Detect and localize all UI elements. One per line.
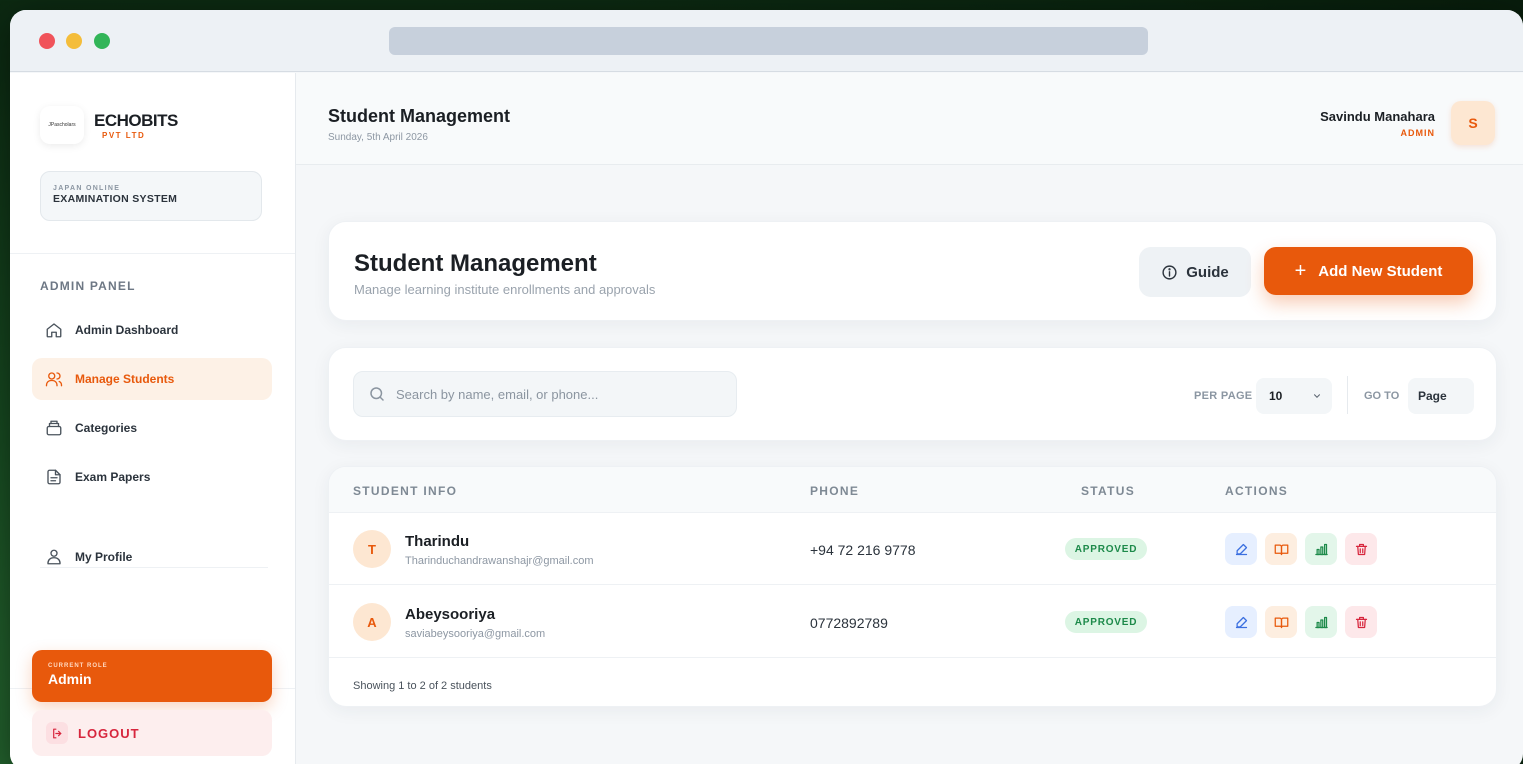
sidebar-item-label: Admin Dashboard [75, 323, 179, 337]
panel-label: ADMIN PANEL [40, 279, 136, 293]
column-header: STATUS [1081, 484, 1136, 498]
sidebar-item-categories[interactable]: Categories [32, 407, 272, 449]
status-badge: APPROVED [1065, 611, 1147, 633]
main-content: Student Management Sunday, 5th April 202… [296, 73, 1523, 764]
top-bar: Student Management Sunday, 5th April 202… [296, 73, 1523, 165]
document-icon [47, 469, 61, 485]
book-icon [1274, 544, 1288, 555]
per-page-select[interactable]: 10 [1256, 378, 1332, 414]
user-icon [47, 549, 61, 565]
filter-card: PER PAGE 10 GO TO [328, 347, 1497, 441]
sidebar: JPascholars ECHOBITS PVT LTD JAPAN ONLIN… [10, 73, 296, 764]
table-row: A Abeysooriya saviabeysooriya@gmail.com … [329, 586, 1496, 658]
trash-icon [1355, 543, 1367, 555]
edit-button[interactable] [1225, 533, 1257, 565]
search-icon [370, 387, 384, 401]
delete-button[interactable] [1345, 606, 1377, 638]
student-name: Tharindu [405, 533, 470, 550]
page-title: Student Management [328, 106, 511, 126]
chevron-down-icon [1313, 394, 1321, 398]
user-name: Savindu Manahara [1320, 109, 1435, 124]
goto-label: GO TO [1364, 390, 1400, 402]
title-bar [10, 10, 1523, 72]
divider [10, 253, 295, 254]
maximize-window-button[interactable] [94, 33, 110, 49]
student-name: Abeysooriya [405, 606, 496, 623]
trash-icon [1355, 616, 1367, 628]
sidebar-item-label: Categories [75, 421, 138, 435]
system-label-box: JAPAN ONLINE EXAMINATION SYSTEM [40, 171, 262, 221]
address-bar[interactable] [389, 27, 1148, 55]
logout-icon [46, 722, 68, 744]
column-header: STUDENT INFO [353, 484, 458, 498]
search-input[interactable] [396, 386, 716, 402]
status-badge: APPROVED [1065, 538, 1147, 560]
view-results-button[interactable] [1305, 606, 1337, 638]
brand-subtitle: PVT LTD [102, 130, 146, 140]
sidebar-item-label: My Profile [75, 550, 133, 564]
student-email: saviabeysooriya@gmail.com [405, 628, 546, 640]
role-label: CURRENT ROLE [48, 663, 108, 669]
users-icon [45, 372, 63, 387]
sidebar-item-my-profile[interactable]: My Profile [32, 536, 272, 578]
sidebar-item-manage-students[interactable]: Manage Students [32, 358, 272, 400]
page-date: Sunday, 5th April 2026 [328, 132, 428, 143]
add-new-student-button[interactable]: + Add New Student [1264, 247, 1473, 295]
per-page-label: PER PAGE [1194, 390, 1253, 402]
sidebar-item-exam-papers[interactable]: Exam Papers [32, 456, 272, 498]
avatar: A [353, 603, 391, 641]
guide-button[interactable]: Guide [1139, 247, 1251, 297]
avatar[interactable]: S [1451, 101, 1495, 145]
layers-icon [46, 420, 62, 436]
sidebar-item-label: Manage Students [75, 372, 175, 386]
minimize-window-button[interactable] [66, 33, 82, 49]
student-phone: +94 72 216 9778 [810, 542, 916, 558]
pagination-summary: Showing 1 to 2 of 2 students [353, 680, 492, 692]
edit-icon [1235, 616, 1247, 628]
system-label-big: EXAMINATION SYSTEM [53, 193, 178, 205]
header-card: Student Management Manage learning insti… [328, 221, 1497, 321]
students-table: STUDENT INFO PHONE STATUS ACTIONS T Thar… [328, 466, 1497, 707]
brand-name: ECHOBITS [94, 110, 178, 130]
table-row: T Tharindu Tharinduchandrawanshajr@gmail… [329, 513, 1496, 585]
brand-logo: JPascholars [40, 106, 84, 144]
brand: JPascholars ECHOBITS PVT LTD [40, 106, 178, 144]
guide-label: Guide [1186, 263, 1229, 281]
bar-chart-icon [1314, 543, 1328, 555]
sidebar-item-label: Exam Papers [75, 470, 151, 484]
section-subtitle: Manage learning institute enrollments an… [354, 282, 656, 297]
avatar: T [353, 530, 391, 568]
browser-window: JPascholars ECHOBITS PVT LTD JAPAN ONLIN… [10, 10, 1523, 764]
add-label: Add New Student [1318, 262, 1443, 280]
sidebar-item-admin-dashboard[interactable]: Admin Dashboard [32, 309, 272, 351]
per-page-value: 10 [1269, 389, 1283, 403]
search-box[interactable] [353, 371, 737, 417]
user-role: ADMIN [1400, 128, 1435, 138]
logout-button[interactable]: LOGOUT [32, 710, 272, 756]
divider [1347, 376, 1348, 414]
student-phone: 0772892789 [810, 615, 888, 631]
column-header: ACTIONS [1225, 484, 1289, 498]
edit-button[interactable] [1225, 606, 1257, 638]
delete-button[interactable] [1345, 533, 1377, 565]
table-header: STUDENT INFO PHONE STATUS ACTIONS [329, 467, 1496, 513]
column-header: PHONE [810, 484, 860, 498]
student-email: Tharinduchandrawanshajr@gmail.com [405, 555, 594, 567]
role-value: Admin [48, 671, 92, 687]
bar-chart-icon [1314, 616, 1328, 628]
section-title: Student Management [354, 250, 597, 277]
view-exams-button[interactable] [1265, 533, 1297, 565]
book-icon [1274, 617, 1288, 628]
current-role-box: CURRENT ROLE Admin [32, 650, 272, 702]
logout-label: LOGOUT [78, 725, 140, 741]
view-results-button[interactable] [1305, 533, 1337, 565]
view-exams-button[interactable] [1265, 606, 1297, 638]
plus-icon: + [1294, 259, 1307, 282]
system-label-small: JAPAN ONLINE [53, 185, 121, 192]
goto-page-input[interactable] [1408, 378, 1474, 414]
home-icon [46, 323, 62, 338]
info-icon [1162, 264, 1177, 280]
close-window-button[interactable] [39, 33, 55, 49]
edit-icon [1235, 543, 1247, 555]
